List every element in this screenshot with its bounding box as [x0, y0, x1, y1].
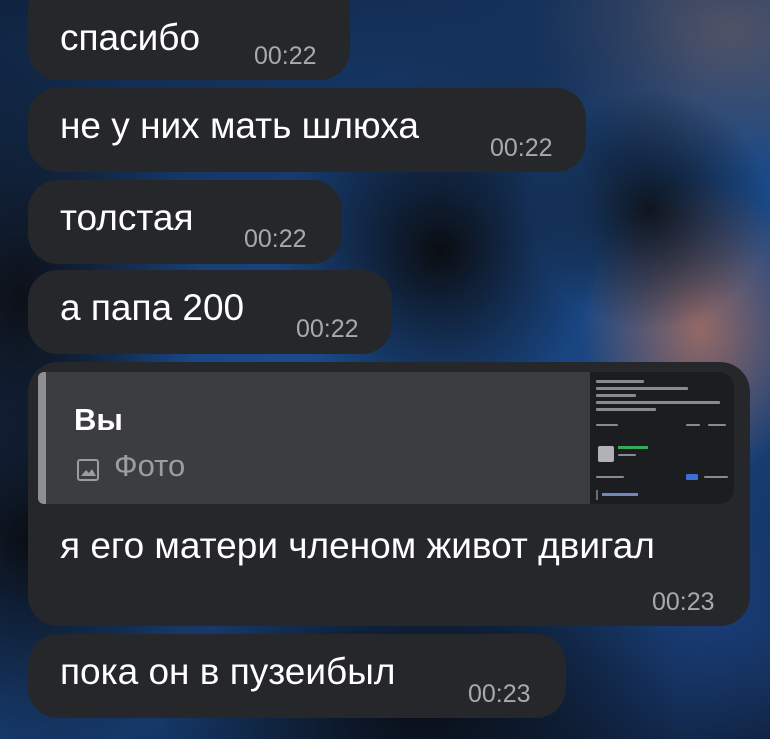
message-bubble[interactable]: пока он в пузеибыл 00:23 [28, 634, 566, 718]
message-time: 00:23 [468, 680, 531, 708]
message-bubble[interactable]: спасибо 00:22 [28, 0, 350, 80]
reply-preview[interactable]: Вы Фото [38, 372, 734, 504]
message-time: 00:23 [652, 588, 715, 616]
reply-author: Вы [74, 402, 123, 437]
message-text: а папа 200 [60, 287, 245, 328]
reply-accent-bar [38, 372, 46, 504]
message-bubble[interactable]: толстая 00:22 [28, 180, 342, 264]
message-time: 00:22 [296, 315, 359, 343]
reply-photo-thumbnail [590, 372, 734, 504]
message-text: я его матери членом живот двигал [60, 525, 655, 566]
message-text: пока он в пузеибыл [60, 651, 396, 692]
message-time: 00:22 [254, 42, 317, 70]
photo-icon [76, 454, 100, 481]
message-text: толстая [60, 197, 194, 238]
reply-kind-label: Фото [114, 448, 186, 483]
message-text: спасибо [60, 17, 201, 58]
message-bubble[interactable]: не у них мать шлюха 00:22 [28, 88, 586, 172]
message-text: не у них мать шлюха [60, 105, 419, 146]
message-time: 00:22 [490, 134, 553, 162]
reply-kind: Фото [76, 448, 185, 484]
message-bubble[interactable]: а папа 200 00:22 [28, 270, 392, 354]
message-time: 00:22 [244, 225, 307, 253]
